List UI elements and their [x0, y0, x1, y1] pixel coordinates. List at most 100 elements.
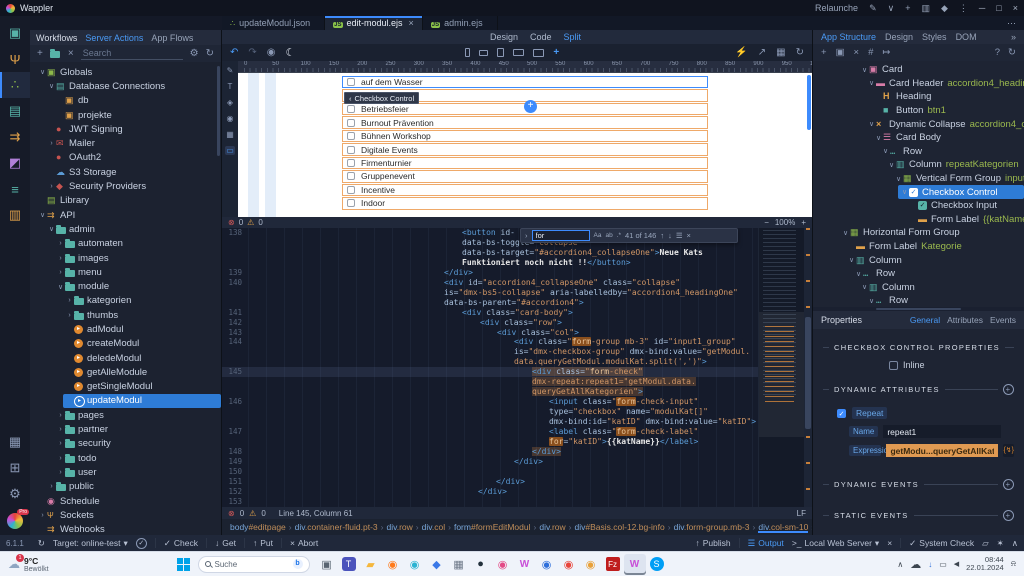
tray-chevron-icon[interactable]: ∧	[897, 560, 903, 569]
check-button[interactable]: ✓Check	[164, 538, 198, 549]
find-in-selection-icon[interactable]: ☰	[676, 231, 683, 240]
structure-tree-item[interactable]: ∨ Row	[813, 267, 1024, 281]
help-icon[interactable]: ?	[995, 47, 1000, 58]
project-dropdown-icon[interactable]: ∨	[888, 3, 895, 14]
checkbox-row[interactable]: Incentive	[342, 184, 708, 196]
checkbox-icon[interactable]	[347, 119, 355, 127]
delete-action-button[interactable]: ×	[68, 48, 74, 59]
regex-icon[interactable]: .*	[617, 232, 621, 239]
expander-icon[interactable]: ∨	[867, 79, 876, 87]
checkbox-icon[interactable]	[347, 186, 355, 194]
expander-icon[interactable]: ›	[65, 297, 74, 304]
repeat-expression-input[interactable]	[886, 444, 998, 457]
project-name[interactable]: Relaunche	[815, 3, 858, 13]
workflow-tree-item[interactable]: › Sockets	[30, 508, 221, 522]
panel-collapse-icon[interactable]: ∧	[1012, 538, 1018, 549]
taskbar-app-wappler-active[interactable]: W	[624, 554, 646, 575]
expander-icon[interactable]: ∨	[860, 66, 869, 74]
structure-hscrollbar[interactable]	[813, 307, 1024, 311]
taskbar-app-filezilla[interactable]: Fz	[602, 554, 624, 575]
tab-app-structure[interactable]: App Structure	[821, 32, 876, 42]
breadcrumb-item[interactable]: body#editpage	[230, 522, 286, 532]
checkbox-row[interactable]: auf dem Wasser	[342, 76, 708, 88]
expander-icon[interactable]: ∨	[887, 161, 896, 169]
pages-icon[interactable]: ▣	[0, 20, 30, 46]
structure-tree-item[interactable]: Button btn1	[813, 104, 1024, 118]
menu-kebab-icon[interactable]: ⋮	[959, 3, 968, 14]
workflows-refresh-icon[interactable]: ↻	[206, 48, 214, 59]
checkbox-row[interactable]: Gruppenevent	[342, 170, 708, 182]
structure-tree-item[interactable]: ∨ Dynamic Collapse accordion4_collapseOn…	[813, 117, 1024, 131]
workflow-tree-item[interactable]: Webhooks	[30, 523, 221, 536]
code-line[interactable]: queryGetAllKategorien">	[222, 387, 812, 397]
expander-icon[interactable]: ›	[56, 269, 65, 276]
checkbox-row[interactable]: Burnout Prävention	[342, 116, 708, 128]
workflow-tree-item[interactable]: createModul	[30, 337, 221, 351]
volume-icon[interactable]: ◀	[954, 560, 959, 568]
code-line[interactable]: 148 </div>	[222, 447, 812, 457]
expander-icon[interactable]: ›	[47, 183, 56, 190]
checkbox-icon[interactable]	[347, 172, 355, 180]
expander-icon[interactable]: ∨	[841, 229, 850, 237]
view-design-button[interactable]: Design	[490, 32, 518, 42]
database-icon[interactable]: ▤	[0, 98, 30, 124]
tab-styles[interactable]: Styles	[922, 32, 947, 42]
start-button[interactable]	[177, 558, 190, 571]
breadcrumb-item[interactable]: div.col	[422, 522, 445, 532]
inline-checkbox[interactable]	[889, 361, 898, 370]
workflow-tree-item[interactable]: › user	[30, 465, 221, 479]
workflow-tree-item[interactable]: ∨ admin	[30, 222, 221, 236]
new-folder-button[interactable]	[50, 48, 61, 59]
tab-attributes[interactable]: Attributes	[947, 315, 983, 325]
target-selector[interactable]: Target: online-test▾	[53, 538, 128, 549]
match-case-icon[interactable]: Aa	[594, 232, 602, 239]
expander-icon[interactable]: ›	[56, 255, 65, 262]
code-line[interactable]: is="dmx-bs5-collapse" aria-labelledby="a…	[222, 288, 812, 298]
display-icon[interactable]: ▭	[939, 560, 947, 569]
minimap[interactable]	[758, 228, 804, 507]
checkbox-icon[interactable]	[347, 146, 355, 154]
device-laptop-icon[interactable]	[513, 49, 524, 56]
code-line[interactable]: 147 <label class="form-check-label"	[222, 427, 812, 437]
taskbar-app-skype[interactable]: S	[646, 554, 668, 575]
clear-output-icon[interactable]: ▱	[982, 538, 989, 549]
expander-icon[interactable]: ∨	[900, 188, 909, 196]
tab-dom[interactable]: DOM	[956, 32, 977, 42]
expander-icon[interactable]: ›	[56, 455, 65, 462]
workflow-tree-item[interactable]: ∨ module	[30, 279, 221, 293]
code-line[interactable]: is="dmx-checkbox-group" dmx-bind:value="…	[222, 347, 812, 357]
structure-tree-item[interactable]: ∨ Card Body	[813, 131, 1024, 145]
view-code-button[interactable]: Code	[530, 32, 552, 42]
code-line[interactable]: dmx-bind:id="katID" dmx-bind:value="katI…	[222, 417, 812, 427]
taskbar-clock[interactable]: 08:44 22.01.2024	[966, 556, 1004, 573]
taskbar-app-eclipse[interactable]: ●	[470, 554, 492, 575]
find-expand-icon[interactable]: ›	[525, 231, 528, 240]
design-canvas[interactable]: auf dem Wasser Betriebsfeier Bu	[238, 73, 812, 217]
breadcrumb-item[interactable]: div.form-group.mb-3	[674, 522, 750, 532]
find-input[interactable]	[532, 230, 590, 241]
code-line[interactable]: 150	[222, 467, 812, 477]
checkbox-row[interactable]: Bühnen Workshop	[342, 130, 708, 142]
server-actions-tab[interactable]: Server Actions	[85, 33, 143, 43]
packages-icon[interactable]: ▦	[0, 429, 30, 455]
wappler-pro-logo[interactable]	[7, 513, 23, 529]
add-dynamic-event-button[interactable]: +	[1003, 479, 1014, 490]
get-button[interactable]: ↓Get	[215, 538, 236, 548]
expander-icon[interactable]: ∨	[47, 82, 56, 90]
workflow-tree-item[interactable]: › public	[30, 480, 221, 494]
file-tab[interactable]: admin.ejs	[423, 16, 498, 30]
find-close-icon[interactable]: ×	[687, 231, 691, 240]
expander-icon[interactable]: ›	[56, 240, 65, 247]
zoom-out-button[interactable]: −	[764, 218, 769, 227]
dynamic-data-icon[interactable]: ⚡	[735, 47, 747, 58]
structure-tree-item[interactable]: ∨ Card Header accordion4_headingOne	[813, 77, 1024, 91]
taskbar-app-task-view[interactable]: ▣	[316, 554, 338, 575]
abort-button[interactable]: ×Abort	[290, 538, 318, 548]
breadcrumb-item[interactable]: div.container-fluid.pt-3	[295, 522, 378, 532]
checkbox-icon[interactable]	[347, 199, 355, 207]
screenshot-icon[interactable]: ◉	[267, 47, 276, 58]
onedrive-icon[interactable]: ☁	[910, 558, 921, 571]
tab-design[interactable]: Design	[885, 32, 913, 42]
taskbar-app-lens[interactable]: ◉	[492, 554, 514, 575]
checkbox-icon[interactable]	[347, 105, 355, 113]
